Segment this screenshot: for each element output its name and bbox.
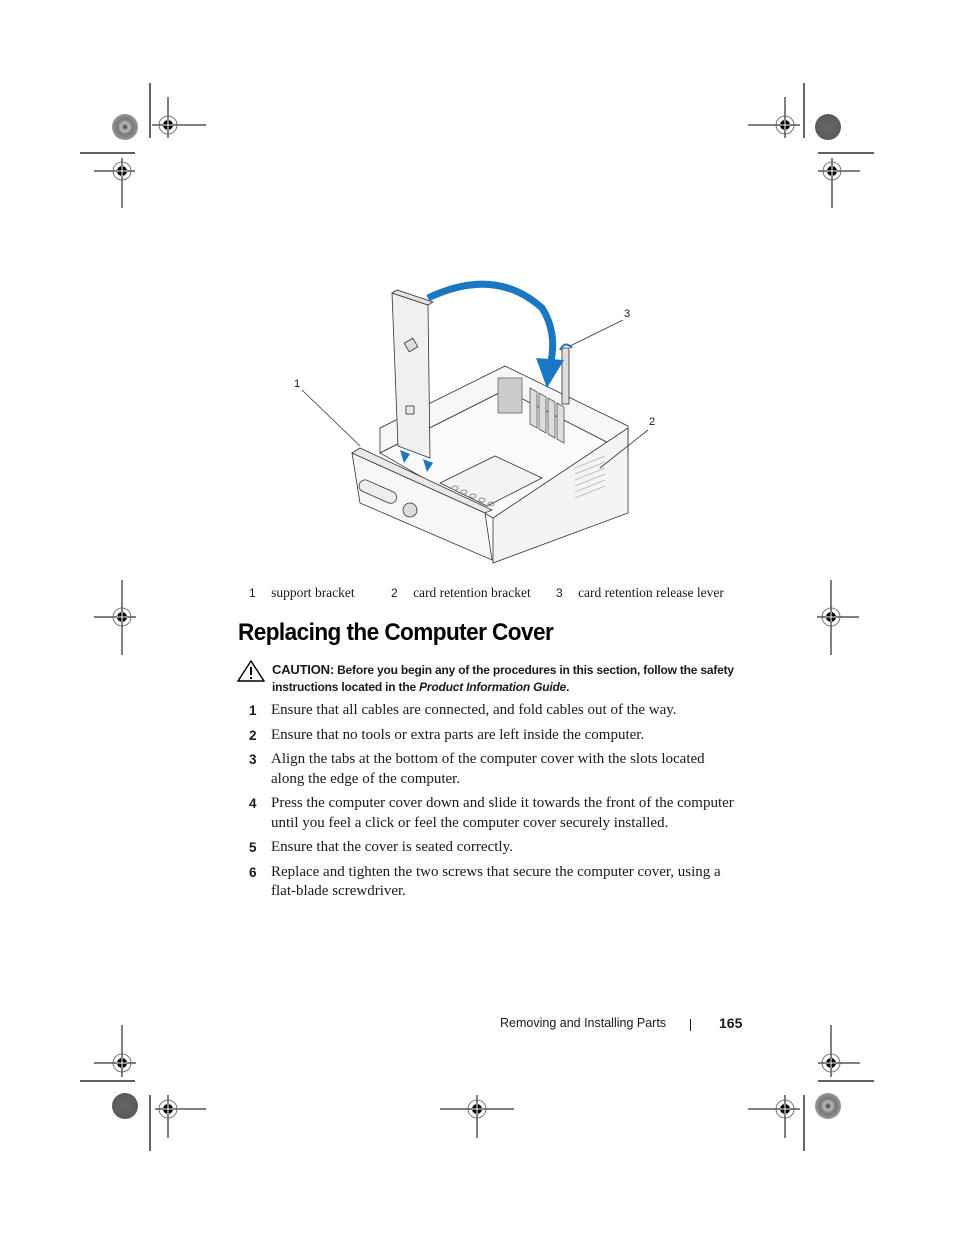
caution-end: . [566, 680, 570, 694]
callout-1-leader [301, 389, 361, 447]
step-number: 2 [249, 727, 257, 743]
page-number: 165 [719, 1015, 743, 1031]
step-text: Align the tabs at the bottom of the comp… [271, 751, 705, 787]
footer-divider [690, 1019, 691, 1031]
warning-triangle-icon [237, 660, 265, 682]
support-bracket [391, 292, 431, 459]
step-text: Ensure that no tools or extra parts are … [271, 726, 645, 743]
step-item: 2 Ensure that no tools or extra parts ar… [249, 726, 749, 746]
registration-mark-top-right [748, 83, 874, 208]
step-item: 5 Ensure that the cover is seated correc… [249, 838, 749, 858]
step-text: Replace and tighten the two screws that … [271, 863, 721, 900]
legend-label: card retention bracket [413, 585, 531, 600]
rotation-arrow [426, 280, 557, 367]
step-text: Ensure that all cables are connected, an… [271, 702, 677, 718]
caution-label: CAUTION: [272, 662, 334, 677]
legend-label: support bracket [271, 585, 355, 600]
callout-1: 1 [294, 378, 301, 390]
registration-mark-middle-left [94, 580, 136, 655]
step-number: 6 [249, 864, 257, 880]
legend-number: 2 [391, 586, 398, 600]
legend-item: 3 card retention release lever [556, 585, 724, 601]
printer-marks [80, 83, 874, 1151]
callout-2: 2 [649, 416, 656, 428]
step-number: 3 [249, 752, 257, 767]
legend-label: card retention release lever [578, 585, 724, 600]
section-title: Replacing the Computer Cover [238, 619, 554, 646]
caution-guide-reference: Product Information Guide [419, 680, 567, 694]
callout-3-leader [569, 319, 624, 347]
support-bracket-diagram [301, 280, 649, 564]
footer-section-name: Removing and Installing Parts [500, 1016, 667, 1030]
step-item: 4 Press the computer cover down and slid… [249, 794, 749, 833]
registration-mark-middle-right [817, 580, 859, 655]
card-retention-lever [561, 347, 570, 405]
step-item: 1 Ensure that all cables are connected, … [249, 701, 749, 721]
legend-number: 3 [556, 586, 563, 600]
step-number: 1 [249, 703, 257, 718]
procedure-steps: 1 Ensure that all cables are connected, … [249, 701, 749, 907]
step-number: 5 [249, 840, 257, 855]
step-text: Press the computer cover down and slide … [271, 795, 734, 831]
step-number: 4 [249, 796, 257, 811]
legend-number: 1 [249, 586, 256, 600]
registration-mark-top-left [80, 83, 206, 208]
computer-illustration: 1 2 3 [280, 278, 680, 568]
step-text: Ensure that the cover is seated correctl… [271, 839, 513, 855]
callout-3: 3 [624, 308, 631, 320]
step-item: 6 Replace and tighten the two screws tha… [249, 863, 749, 902]
caution-text: CAUTION: Before you begin any of the pro… [272, 661, 742, 696]
legend-item: 2 card retention bracket [391, 585, 531, 601]
registration-mark-bottom-center [440, 1095, 514, 1138]
legend-item: 1 support bracket [249, 585, 355, 601]
registration-mark-bottom-left [80, 1025, 206, 1151]
step-item: 3 Align the tabs at the bottom of the co… [249, 750, 749, 789]
registration-mark-bottom-right [748, 1025, 874, 1151]
